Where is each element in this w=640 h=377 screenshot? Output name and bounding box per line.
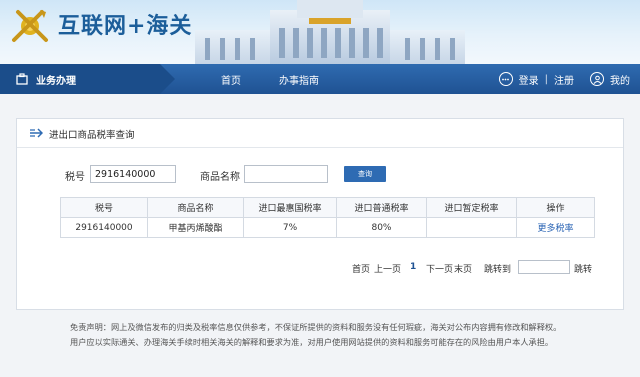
pager-first[interactable]: 首页 bbox=[352, 262, 370, 275]
col-mfn-rate: 进口最惠国税率 bbox=[243, 197, 337, 218]
nav-divider bbox=[160, 64, 175, 94]
pager-jump-button[interactable]: 跳转 bbox=[574, 262, 592, 275]
col-tax-no: 税号 bbox=[60, 197, 148, 218]
nav-item-home[interactable]: 首页 bbox=[221, 72, 241, 87]
col-provisional-rate: 进口暂定税率 bbox=[426, 197, 517, 218]
name-label: 商品名称 bbox=[200, 172, 240, 183]
disclaimer-line-2: 用户应以实际通关、办理海关手续时相关海关的解释和要求为准，对用户使用网站提供的资… bbox=[70, 337, 554, 347]
pager-prev[interactable]: 上一页 bbox=[374, 262, 401, 275]
customs-building-image bbox=[195, 0, 465, 64]
login-link[interactable]: 登录 bbox=[519, 72, 539, 87]
mine-link[interactable]: 我的 bbox=[610, 72, 630, 87]
pager-last[interactable]: 末页 bbox=[454, 262, 472, 275]
register-link[interactable]: 注册 bbox=[554, 72, 574, 87]
nav-user-area: 登录 | 注册 我的 bbox=[498, 69, 630, 89]
header-banner: 互联网+海关 bbox=[0, 0, 640, 64]
panel-header: 进出口商品税率查询 bbox=[17, 119, 623, 148]
query-form: 税号 商品名称 查询 bbox=[17, 165, 625, 185]
tax-query-icon bbox=[30, 128, 43, 138]
cell-general-rate: 80% bbox=[336, 217, 427, 238]
cell-tax-no: 2916140000 bbox=[60, 217, 148, 238]
pager-jump-label: 跳转到 bbox=[484, 265, 512, 275]
disclaimer: 免责声明：网上及微信发布的归类及税率信息仅供参考，不保证所提供的资料和服务没有任… bbox=[70, 320, 630, 350]
table-header-row: 税号 商品名称 进口最惠国税率 进口普通税率 进口暂定税率 操作 bbox=[60, 197, 595, 218]
pager-next[interactable]: 下一页 bbox=[426, 262, 453, 275]
tax-no-input[interactable] bbox=[90, 165, 176, 183]
table-row: 2916140000 甲基丙烯酸酯 7% 80% 更多税率 bbox=[60, 217, 595, 238]
pager-jump-input[interactable] bbox=[518, 260, 570, 274]
cell-product-name: 甲基丙烯酸酯 bbox=[147, 217, 244, 238]
briefcase-icon bbox=[16, 73, 28, 85]
more-rates-link[interactable]: 更多税率 bbox=[516, 217, 595, 238]
cell-provisional-rate bbox=[426, 217, 517, 238]
tax-query-panel: 进出口商品税率查询 税号 商品名称 查询 税号 商品名称 进口最惠国税率 进口普… bbox=[16, 118, 624, 310]
nav-item-guide[interactable]: 办事指南 bbox=[279, 72, 319, 87]
customs-emblem-icon bbox=[12, 10, 48, 42]
chat-icon[interactable] bbox=[498, 72, 513, 86]
main-nav: 业务办理 首页 办事指南 登录 | 注册 我的 bbox=[0, 64, 640, 94]
panel-title: 进出口商品税率查询 bbox=[49, 130, 135, 141]
site-title[interactable]: 互联网+海关 bbox=[58, 8, 192, 40]
pagination: 首页 上一页 1 下一页 末页 跳转到 跳转 bbox=[350, 259, 620, 277]
pager-current[interactable]: 1 bbox=[410, 262, 416, 272]
col-product-name: 商品名称 bbox=[147, 197, 244, 218]
cell-mfn-rate: 7% bbox=[243, 217, 337, 238]
nav-section-business[interactable]: 业务办理 bbox=[0, 64, 160, 94]
nav-separator: | bbox=[544, 73, 548, 85]
tax-no-label: 税号 bbox=[65, 172, 85, 183]
tax-rate-table: 税号 商品名称 进口最惠国税率 进口普通税率 进口暂定税率 操作 2916140… bbox=[60, 197, 595, 238]
query-button[interactable]: 查询 bbox=[344, 166, 386, 182]
disclaimer-line-1: 免责声明：网上及微信发布的归类及税率信息仅供参考，不保证所提供的资料和服务没有任… bbox=[70, 322, 562, 332]
col-operation: 操作 bbox=[516, 197, 595, 218]
name-input[interactable] bbox=[244, 165, 328, 183]
col-general-rate: 进口普通税率 bbox=[336, 197, 427, 218]
nav-section-label: 业务办理 bbox=[36, 76, 76, 87]
user-icon[interactable] bbox=[590, 72, 604, 86]
